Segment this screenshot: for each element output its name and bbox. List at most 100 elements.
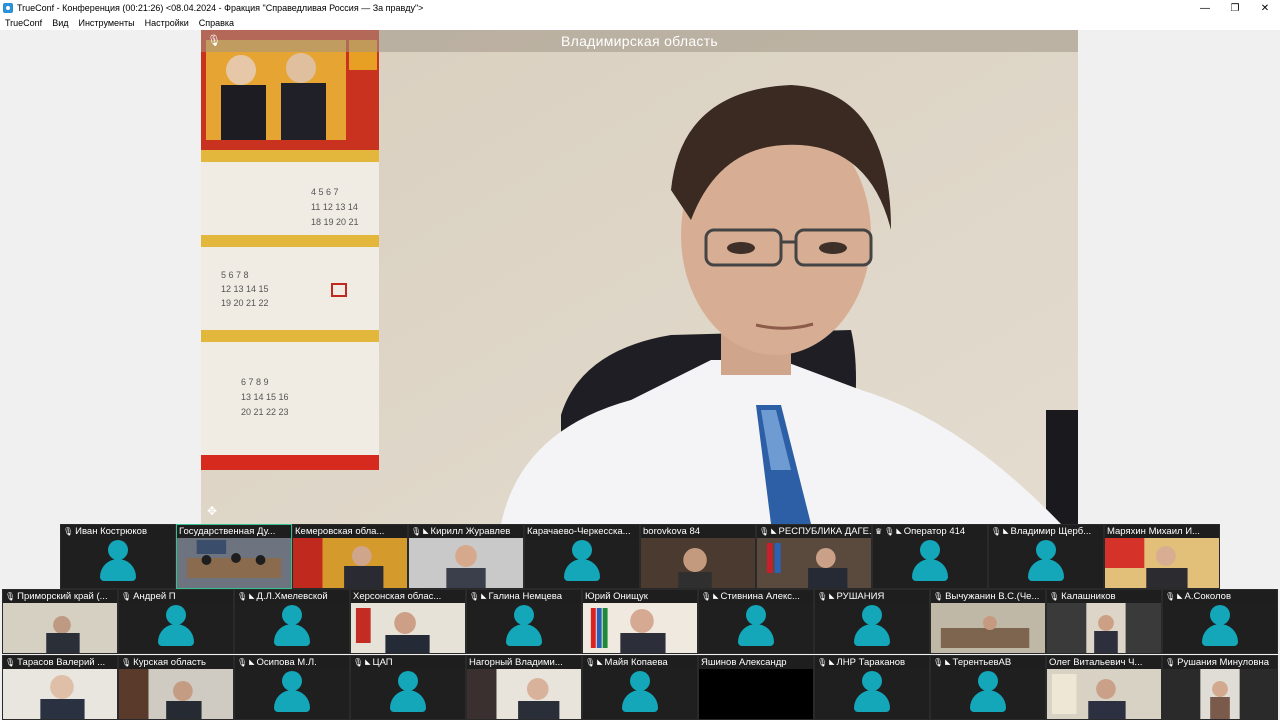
camera-off-icon: ◣ — [1003, 528, 1009, 535]
participant-video-off — [699, 669, 813, 719]
camera-off-icon: ◣ — [249, 593, 255, 600]
camera-off-icon: ◣ — [423, 528, 429, 535]
participant-label: Маряхин Михаил И... — [1105, 525, 1219, 538]
participant-grid: 🎙 Иван Кострюков Государственная Ду... Кеме… — [0, 524, 1280, 720]
avatar-placeholder-icon — [271, 605, 313, 647]
avatar-placeholder-icon — [1199, 605, 1241, 647]
participant-label: Херсонская облас... — [351, 590, 465, 603]
participant-tile[interactable]: Карачаево-Черкесска... — [524, 524, 640, 589]
participant-tile[interactable]: Маряхин Михаил И... — [1104, 524, 1220, 589]
participant-tile[interactable]: Нагорный Владими... — [466, 655, 582, 720]
participant-name: Олег Витальевич Ч... — [1049, 657, 1143, 668]
participant-name: Курская область — [133, 657, 206, 668]
move-icon[interactable]: ✥ — [207, 504, 217, 518]
participant-tile[interactable]: 🎙 Вычужанин В.С.(Че... — [930, 589, 1046, 654]
participant-video — [119, 669, 233, 719]
participant-name: РЕСПУБЛИКА ДАГЕ... — [778, 526, 871, 537]
participant-tile[interactable]: 🎙 Андрей П — [118, 589, 234, 654]
participant-tile[interactable]: 🎙 Приморский край (... — [2, 589, 118, 654]
participant-label: Государственная Ду... — [177, 525, 291, 538]
participant-tile[interactable]: 🎙 ◣ Стивнина Алекс... — [698, 589, 814, 654]
participant-label: Яшинов Александр — [699, 656, 813, 669]
minimize-button[interactable]: — — [1190, 0, 1220, 16]
camera-off-icon: ◣ — [829, 659, 835, 666]
microphone-icon: 🎙 — [353, 658, 364, 667]
avatar-placeholder-icon — [503, 605, 545, 647]
participant-tile[interactable]: Олег Витальевич Ч... — [1046, 655, 1162, 720]
svg-text:12 13 14 15: 12 13 14 15 — [221, 284, 269, 294]
participant-tile[interactable]: 🎙 ◣ РЕСПУБЛИКА ДАГЕ... — [756, 524, 872, 589]
participant-name: ТерентьевАВ — [952, 657, 1012, 668]
microphone-icon: 🎙 — [759, 527, 770, 536]
menu-help[interactable]: Справка — [194, 18, 239, 28]
participant-tile[interactable]: 🎙 Тарасов Валерий ... — [2, 655, 118, 720]
participant-tile[interactable]: 🎙 ◣ ТерентьевАВ — [930, 655, 1046, 720]
participant-tile[interactable]: 🎙 ◣ ЦАП — [350, 655, 466, 720]
participant-label: Юрий Онищук — [583, 590, 697, 603]
microphone-icon: 🎙 — [207, 35, 221, 47]
microphone-icon: 🎙 — [817, 592, 828, 601]
participant-tile[interactable]: 🎙 ◣ Галина Немцева — [466, 589, 582, 654]
participant-tile[interactable]: 🎙 ◣ РУШАНИЯ — [814, 589, 930, 654]
participant-video — [931, 603, 1045, 653]
microphone-icon: 🎙 — [5, 592, 16, 601]
avatar-placeholder-icon — [97, 540, 139, 582]
participant-tile[interactable]: 🎙 ◣ Майя Копаева — [582, 655, 698, 720]
microphone-icon: 🎙 — [817, 658, 828, 667]
svg-text:20 21 22 23: 20 21 22 23 — [241, 407, 289, 417]
participant-tile[interactable]: 🎙 ◣ А.Соколов — [1162, 589, 1278, 654]
participant-tile[interactable]: 🎙 Курская область — [118, 655, 234, 720]
participant-label: 🎙 ◣ Осипова М.Л. — [235, 656, 349, 669]
participant-label: 🎙 ◣ А.Соколов — [1163, 590, 1277, 603]
participant-tile[interactable]: 🎙 ◣ Владимир Щерб... — [988, 524, 1104, 589]
microphone-icon: 🎙 — [121, 658, 132, 667]
participant-name: Тарасов Валерий ... — [17, 657, 106, 668]
participant-label: borovkova 84 — [641, 525, 755, 538]
video-stage: 4 5 6 7 11 12 13 14 18 19 20 21 5 6 7 8 12… — [0, 30, 1280, 524]
participant-tile[interactable]: Херсонская облас... — [350, 589, 466, 654]
participant-video — [1047, 669, 1161, 719]
participant-video — [1163, 669, 1277, 719]
participant-label: 🎙 ◣ Кирилл Журавлев — [409, 525, 523, 538]
participant-tile[interactable]: Юрий Онищук — [582, 589, 698, 654]
participant-tile[interactable]: 🎙 ◣ ЛНР Тараканов — [814, 655, 930, 720]
microphone-icon: 🎙 — [469, 592, 480, 601]
participant-label: 🎙 ◣ Галина Немцева — [467, 590, 581, 603]
participant-tile[interactable]: 🎙 ◣ Д.Л.Хмелевской — [234, 589, 350, 654]
avatar-placeholder-icon — [155, 605, 197, 647]
participant-video — [3, 669, 117, 719]
maximize-button[interactable]: ❐ — [1220, 0, 1250, 16]
participant-tile[interactable]: 🎙 ◣ Кирилл Журавлев — [408, 524, 524, 589]
menu-view[interactable]: Вид — [47, 18, 73, 28]
svg-text:18 19 20 21: 18 19 20 21 — [311, 217, 359, 227]
participant-tile[interactable]: 🎙 Рушания Минуловна — [1162, 655, 1278, 720]
camera-off-icon: ◣ — [771, 528, 777, 535]
participant-name: Юрий Онищук — [585, 591, 648, 602]
participant-tile[interactable]: 🎙 Иван Кострюков — [60, 524, 176, 589]
participant-video — [177, 538, 291, 588]
avatar-placeholder-icon — [619, 671, 661, 713]
participant-tile[interactable]: Яшинов Александр — [698, 655, 814, 720]
participant-tile[interactable]: Кемеровская обла... — [292, 524, 408, 589]
participant-name: ЛНР Тараканов — [836, 657, 906, 668]
participant-name: РУШАНИЯ — [836, 591, 885, 602]
participant-tile[interactable]: borovkova 84 — [640, 524, 756, 589]
participant-tile[interactable]: ♛ 🎙 ◣ Оператор 414 — [872, 524, 988, 589]
close-button[interactable]: ✕ — [1250, 0, 1280, 16]
participant-tile[interactable]: Государственная Ду... — [176, 524, 292, 589]
menu-tools[interactable]: Инструменты — [73, 18, 139, 28]
participant-label: 🎙 ◣ ЦАП — [351, 656, 465, 669]
avatar-placeholder-icon — [271, 671, 313, 713]
menu-settings[interactable]: Настройки — [140, 18, 194, 28]
microphone-icon: 🎙 — [63, 527, 74, 536]
participant-tile[interactable]: 🎙 ◣ Осипова М.Л. — [234, 655, 350, 720]
menu-trueconf[interactable]: TrueConf — [0, 18, 47, 28]
camera-off-icon: ◣ — [249, 659, 255, 666]
participant-name: Херсонская облас... — [353, 591, 442, 602]
camera-off-icon: ◣ — [896, 528, 902, 535]
main-speaker-video[interactable]: 4 5 6 7 11 12 13 14 18 19 20 21 5 6 7 8 12… — [201, 30, 1078, 524]
participant-label: Нагорный Владими... — [467, 656, 581, 669]
participant-tile[interactable]: 🎙 Калашников — [1046, 589, 1162, 654]
participant-label: 🎙 Приморский край (... — [3, 590, 117, 603]
svg-text:6 7 8 9: 6 7 8 9 — [241, 377, 269, 387]
